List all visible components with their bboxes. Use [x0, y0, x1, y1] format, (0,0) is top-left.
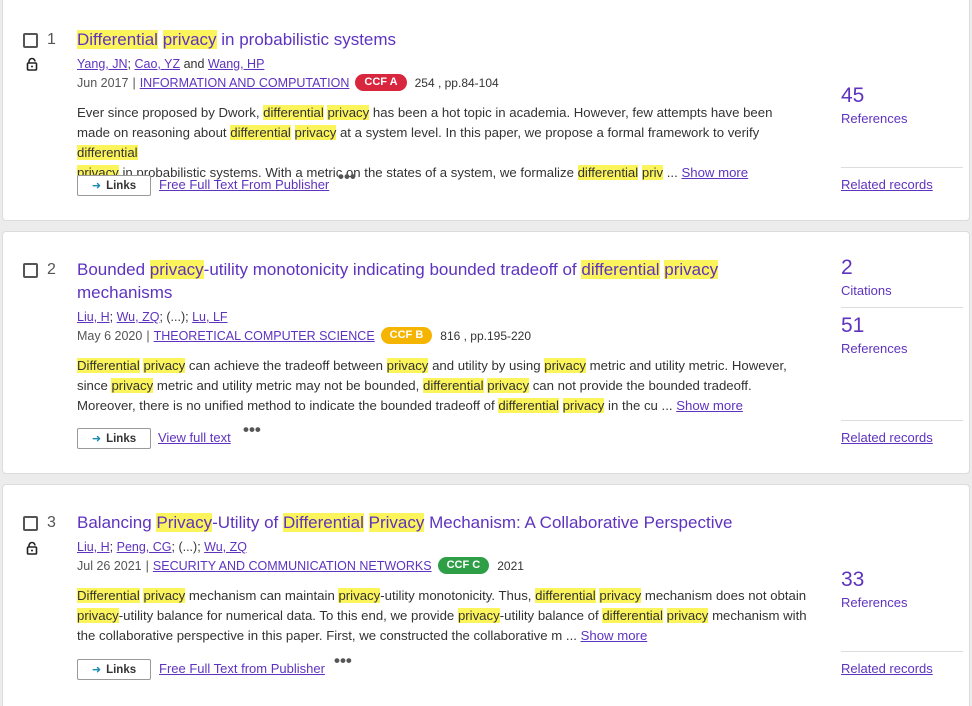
lock-icon: [26, 541, 38, 555]
author-list: Liu, H; Peng, CG; (...); Wu, ZQ: [77, 540, 247, 554]
abstract: Ever since proposed by Dwork, differenti…: [77, 105, 773, 180]
arrow-right-icon: ➜: [91, 664, 102, 676]
full-text-link[interactable]: Free Full Text From Publisher: [159, 177, 329, 192]
arrow-right-icon: ➜: [91, 180, 102, 192]
references-label[interactable]: References: [841, 595, 907, 610]
journal-link[interactable]: SECURITY AND COMMUNICATION NETWORKS: [153, 559, 432, 573]
author-list: Liu, H; Wu, ZQ; (...); Lu, LF: [77, 310, 228, 324]
lock-icon: [26, 57, 38, 71]
select-checkbox[interactable]: [23, 33, 38, 48]
result-title[interactable]: Bounded privacy-utility monotonicity ind…: [77, 258, 757, 304]
references-count[interactable]: 51: [841, 314, 864, 338]
links-button[interactable]: ➜ Links: [77, 175, 151, 196]
ccf-badge: CCF A: [355, 74, 407, 91]
journal-link[interactable]: INFORMATION AND COMPUTATION: [140, 76, 350, 90]
author-link[interactable]: Wu, ZQ: [204, 540, 247, 554]
show-more-link[interactable]: Show more: [581, 628, 648, 643]
full-text-link[interactable]: View full text: [158, 430, 231, 445]
publication-meta: May 6 2020 | THEORETICAL COMPUTER SCIENCE…: [77, 327, 532, 344]
divider: [841, 307, 963, 308]
author-link[interactable]: Liu, H: [77, 540, 110, 554]
links-button[interactable]: ➜ Links: [77, 428, 151, 449]
result-card-3: 3 Balancing Privacy-Utility of Different…: [2, 484, 970, 706]
references-label[interactable]: References: [841, 111, 907, 126]
related-records-link[interactable]: Related records: [841, 430, 933, 445]
author-link[interactable]: Liu, H: [77, 310, 110, 324]
pub-date: Jun 2017: [77, 75, 129, 90]
volume-pages: 2021: [497, 558, 524, 573]
author-link[interactable]: Peng, CG: [117, 540, 172, 554]
related-records-link[interactable]: Related records: [841, 661, 933, 676]
ccf-badge: CCF B: [380, 327, 433, 344]
more-options-icon[interactable]: •••: [243, 420, 261, 440]
divider: [841, 420, 963, 421]
divider: [841, 651, 963, 652]
result-title[interactable]: Differential privacy in probabilistic sy…: [77, 28, 777, 51]
select-checkbox[interactable]: [23, 263, 38, 278]
author-link[interactable]: Lu, LF: [192, 310, 227, 324]
show-more-link[interactable]: Show more: [676, 398, 743, 413]
references-count[interactable]: 33: [841, 568, 864, 592]
select-checkbox[interactable]: [23, 516, 38, 531]
citations-count[interactable]: 2: [841, 256, 853, 280]
result-title[interactable]: Balancing Privacy-Utility of Differentia…: [77, 511, 777, 534]
pub-date: Jul 26 2021: [77, 558, 142, 573]
journal-link[interactable]: THEORETICAL COMPUTER SCIENCE: [154, 329, 375, 343]
abstract: Differential privacy can achieve the tra…: [77, 358, 787, 413]
author-link[interactable]: Yang, JN: [77, 57, 128, 71]
volume-pages: 254 , pp.84-104: [414, 75, 499, 90]
citations-label[interactable]: Citations: [841, 283, 892, 298]
result-index: 3: [47, 514, 56, 531]
related-records-link[interactable]: Related records: [841, 177, 933, 192]
result-index: 1: [47, 31, 56, 48]
full-text-link[interactable]: Free Full Text from Publisher: [159, 661, 325, 676]
author-link[interactable]: Cao, YZ: [134, 57, 180, 71]
result-index: 2: [47, 261, 56, 278]
pub-date: May 6 2020: [77, 328, 143, 343]
divider: [841, 167, 963, 168]
volume-pages: 816 , pp.195-220: [440, 328, 532, 343]
show-more-link[interactable]: Show more: [681, 165, 748, 180]
author-link[interactable]: Wu, ZQ: [117, 310, 160, 324]
publication-meta: Jun 2017 | INFORMATION AND COMPUTATION CC…: [77, 74, 499, 91]
author-list: Yang, JN; Cao, YZ and Wang, HP: [77, 57, 265, 71]
abstract: Differential privacy mechanism can maint…: [77, 588, 807, 643]
links-button[interactable]: ➜ Links: [77, 659, 151, 680]
ccf-badge: CCF C: [437, 557, 490, 574]
arrow-right-icon: ➜: [91, 433, 102, 445]
more-options-icon[interactable]: •••: [338, 167, 356, 187]
references-label[interactable]: References: [841, 341, 907, 356]
references-count[interactable]: 45: [841, 84, 864, 108]
author-link[interactable]: Wang, HP: [208, 57, 265, 71]
result-card-1: 1 Differential privacy in probabilistic …: [2, 0, 970, 221]
more-options-icon[interactable]: •••: [334, 651, 352, 671]
result-card-2: 2 Bounded privacy-utility monotonicity i…: [2, 231, 970, 474]
publication-meta: Jul 26 2021 | SECURITY AND COMMUNICATION …: [77, 557, 524, 574]
